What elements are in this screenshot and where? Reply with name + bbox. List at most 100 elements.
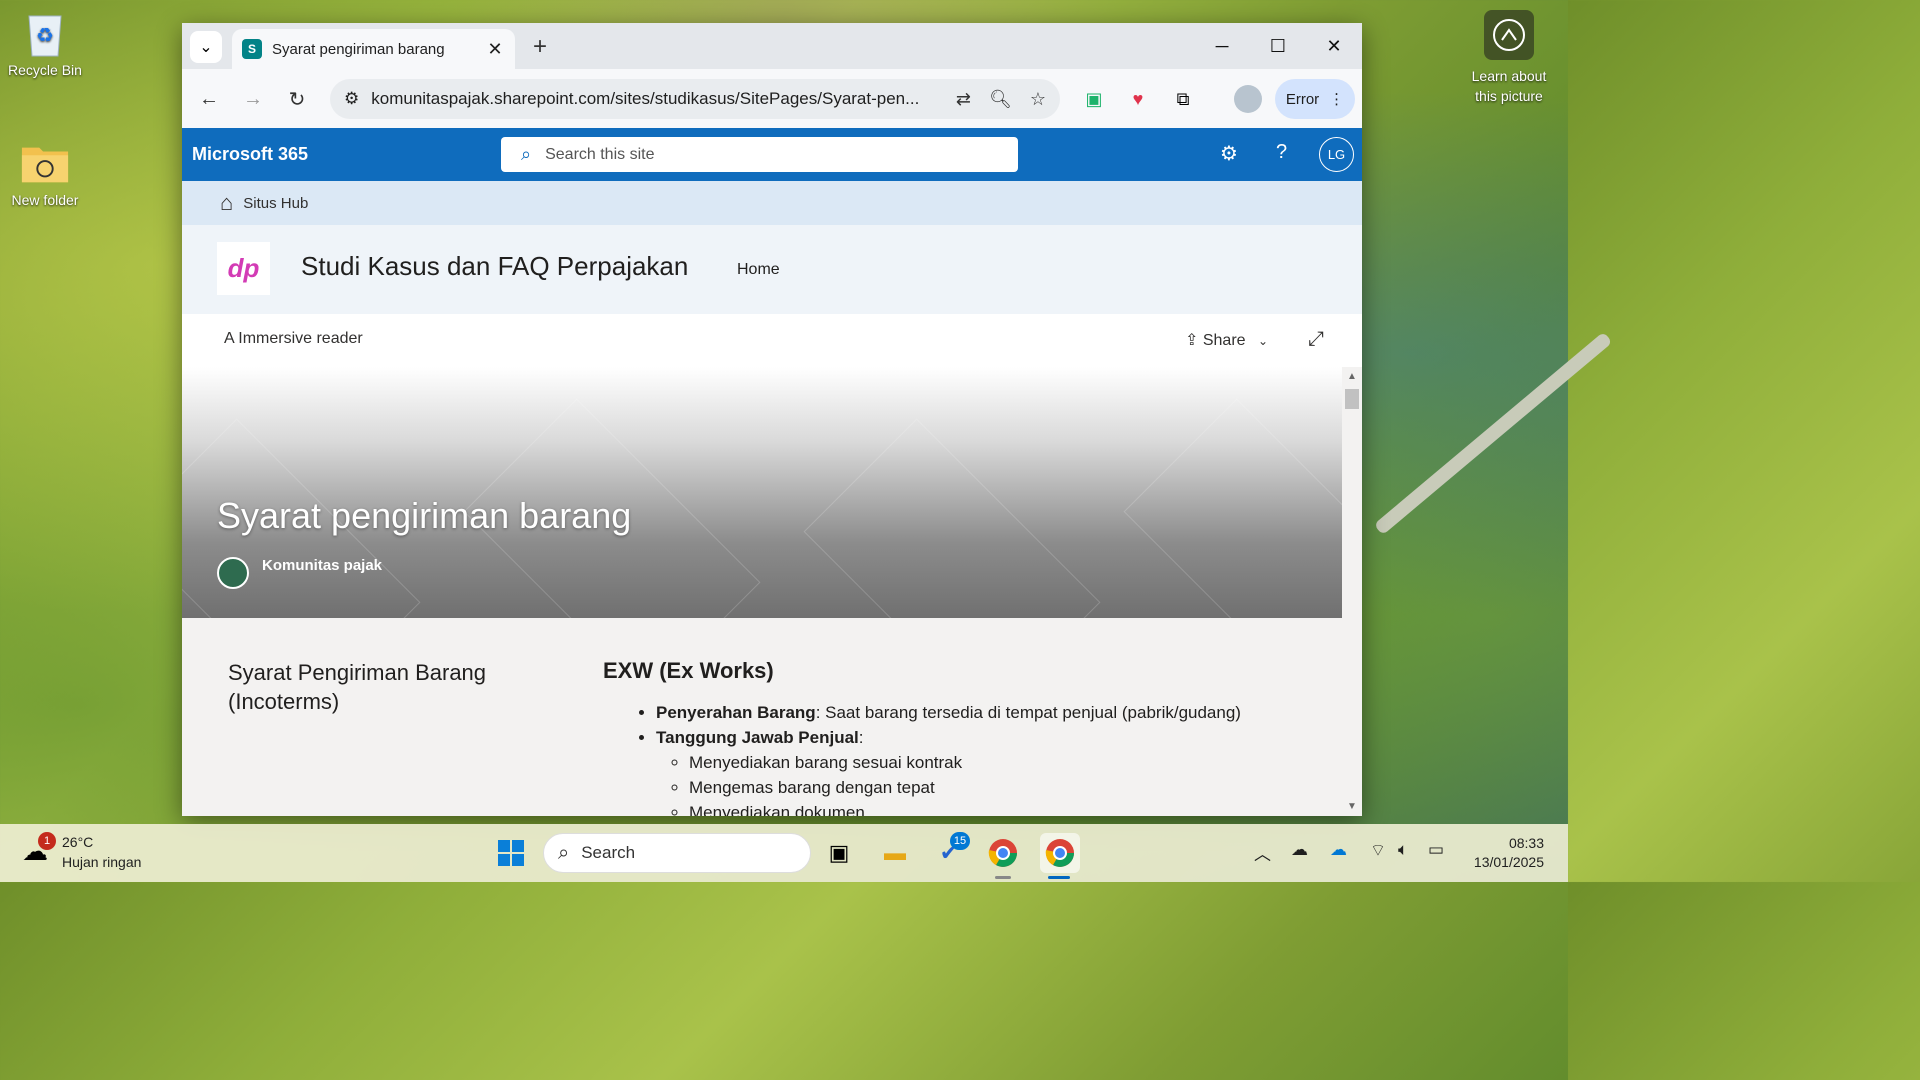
extension-docs-icon[interactable]: ▣: [1081, 86, 1107, 112]
start-windows-icon[interactable]: [494, 836, 528, 870]
chrome-profile-2-icon[interactable]: [1040, 833, 1080, 873]
browser-toolbar: ← → ↻ ⚙ komunitaspajak.sharepoint.com/si…: [182, 69, 1362, 128]
page-scrollbar[interactable]: ▲ ▼: [1342, 367, 1362, 816]
chevron-down-icon: ⌄: [1258, 334, 1269, 348]
scrollbar-thumb[interactable]: [1345, 389, 1359, 409]
forward-button[interactable]: →: [238, 84, 268, 114]
m365-brand[interactable]: Microsoft 365: [192, 144, 308, 165]
volume-icon[interactable]: 🔈︎: [1398, 840, 1408, 860]
expand-icon[interactable]: ⤢: [1308, 328, 1324, 351]
onedrive-error-icon[interactable]: ☁: [1291, 840, 1308, 860]
hub-link[interactable]: Situs Hub: [243, 195, 308, 212]
active-indicator: [1048, 876, 1070, 879]
site-title[interactable]: Studi Kasus dan FAQ Perpajakan: [301, 251, 688, 282]
taskbar-search-label: Search: [581, 843, 636, 862]
desktop-icon-label: New folder: [11, 192, 79, 208]
weather-widget[interactable]: ☁ 1 26°C Hujan ringan: [22, 832, 141, 872]
user-avatar[interactable]: LG: [1319, 137, 1354, 172]
search-icon: ⌕: [521, 144, 532, 164]
task-view-icon[interactable]: ▣: [822, 836, 856, 870]
command-bar: A Immersive reader ⇪ Share ⌄ ⤢: [182, 314, 1362, 367]
help-icon[interactable]: ?: [1276, 141, 1287, 164]
file-explorer-icon[interactable]: ▬: [878, 836, 912, 870]
scroll-down-icon[interactable]: ▼: [1347, 801, 1357, 812]
hero-pattern: [803, 418, 1101, 618]
immersive-reader-icon: A: [224, 330, 234, 347]
chrome-profile-1-icon[interactable]: [986, 836, 1020, 870]
site-logo[interactable]: dp: [217, 242, 270, 295]
profile-error-button[interactable]: Error ⋮: [1275, 79, 1355, 119]
sub-list-item: Menyediakan dokumen...: [689, 800, 1323, 816]
show-hidden-icons-chevron-up-icon[interactable]: ︿: [1254, 840, 1271, 865]
close-window-button[interactable]: ✕: [1306, 23, 1362, 69]
weather-rain-icon: ☁ 1: [22, 832, 56, 868]
share-label: Share: [1202, 332, 1246, 349]
immersive-reader-label: Immersive reader: [238, 330, 363, 347]
address-bar[interactable]: ⚙ komunitaspajak.sharepoint.com/sites/st…: [330, 79, 1060, 119]
search-placeholder: Search this site: [545, 145, 655, 163]
desktop-icon-recycle-bin[interactable]: ♻ Recycle Bin: [0, 8, 90, 78]
site-search-input[interactable]: ⌕ Search this site: [501, 137, 1018, 172]
page-canvas: Syarat pengiriman barang Komunitas pajak…: [182, 367, 1342, 816]
site-info-icon[interactable]: ⚙: [344, 89, 359, 109]
search-icon: ⌕: [558, 841, 570, 864]
back-button[interactable]: ←: [194, 84, 224, 114]
todo-badge: 15: [950, 832, 970, 850]
left-column-heading: Syarat Pengiriman Barang (Incoterms): [228, 660, 487, 714]
learn-about-label: Learn about this picture: [1471, 68, 1547, 104]
tab-active[interactable]: S Syarat pengiriman barang ✕: [232, 29, 515, 69]
list-item-text: : Saat barang tersedia di tempat penjual…: [815, 703, 1241, 722]
desktop-icon-new-folder[interactable]: New folder: [0, 138, 90, 208]
author-name[interactable]: Komunitas pajak: [262, 557, 382, 574]
wifi-icon[interactable]: ⌔: [1370, 840, 1386, 861]
list-item-bold: Penyerahan Barang: [656, 703, 816, 722]
list-item-text: :: [858, 728, 864, 747]
sharepoint-favicon-icon: S: [242, 39, 262, 59]
running-indicator: [995, 876, 1011, 879]
section-heading: EXW (Ex Works): [603, 658, 774, 683]
zoom-icon[interactable]: 🔍︎: [989, 89, 1012, 110]
nav-home-link[interactable]: Home: [737, 261, 780, 279]
sub-list-item: Menyediakan barang sesuai kontrak: [689, 750, 1323, 775]
share-icon: ⇪: [1185, 332, 1199, 349]
onedrive-icon[interactable]: ☁: [1330, 840, 1347, 860]
desktop-icon-label: Recycle Bin: [8, 62, 82, 78]
minimize-button[interactable]: ─: [1194, 23, 1250, 69]
extensions-puzzle-icon[interactable]: ⧉: [1170, 86, 1196, 112]
bullet-list: Penyerahan Barang: Saat barang tersedia …: [656, 700, 1323, 816]
tab-title: Syarat pengiriman barang: [272, 40, 445, 58]
clock-date: 13/01/2025: [1473, 854, 1544, 870]
profile-avatar-icon[interactable]: [1234, 85, 1262, 113]
settings-gear-icon[interactable]: ⚙: [1220, 141, 1238, 166]
author-avatar[interactable]: [217, 557, 249, 589]
new-tab-button[interactable]: +: [528, 33, 552, 61]
profile-error-label: Error: [1285, 90, 1320, 108]
learn-about-picture[interactable]: Learn about this picture: [1462, 10, 1556, 106]
battery-icon[interactable]: ▭: [1428, 840, 1444, 860]
close-tab-icon[interactable]: ✕: [485, 39, 505, 60]
taskbar: ☁ 1 26°C Hujan ringan ⌕ Search ▣ ▬ ✔ 15 ︿…: [0, 824, 1568, 882]
weather-badge: 1: [38, 832, 56, 850]
scroll-up-icon[interactable]: ▲: [1347, 371, 1357, 382]
home-icon: ⌂: [220, 190, 234, 215]
list-item-bold: Tanggung Jawab Penjual: [656, 728, 859, 747]
clock[interactable]: 08:33 13/01/2025: [1462, 834, 1544, 872]
reload-button[interactable]: ↻: [282, 84, 312, 114]
immersive-reader-button[interactable]: A Immersive reader: [224, 330, 363, 348]
sub-list-item: Mengemas barang dengan tepat: [689, 775, 1323, 800]
pocket-icon[interactable]: ♥: [1125, 86, 1151, 112]
weather-desc: Hujan ringan: [62, 854, 142, 870]
bookmark-star-icon[interactable]: ☆: [1030, 89, 1046, 110]
hub-nav-bar: ⌂ Situs Hub: [182, 181, 1362, 225]
tab-search-button[interactable]: ⌄: [190, 31, 222, 63]
taskbar-search[interactable]: ⌕ Search: [543, 833, 811, 873]
maximize-button[interactable]: ☐: [1250, 23, 1306, 69]
share-button[interactable]: ⇪ Share ⌄: [1185, 330, 1268, 350]
camera-icon: [1484, 10, 1534, 60]
right-column: EXW (Ex Works) Penyerahan Barang: Saat b…: [603, 658, 1323, 816]
folder-icon: [20, 138, 70, 188]
svg-text:♻: ♻: [36, 25, 54, 47]
tab-strip: ⌄ S Syarat pengiriman barang ✕ + ─ ☐ ✕: [182, 23, 1362, 69]
translate-icon[interactable]: ⇄: [956, 89, 971, 110]
recycle-bin-icon: ♻: [20, 8, 70, 58]
